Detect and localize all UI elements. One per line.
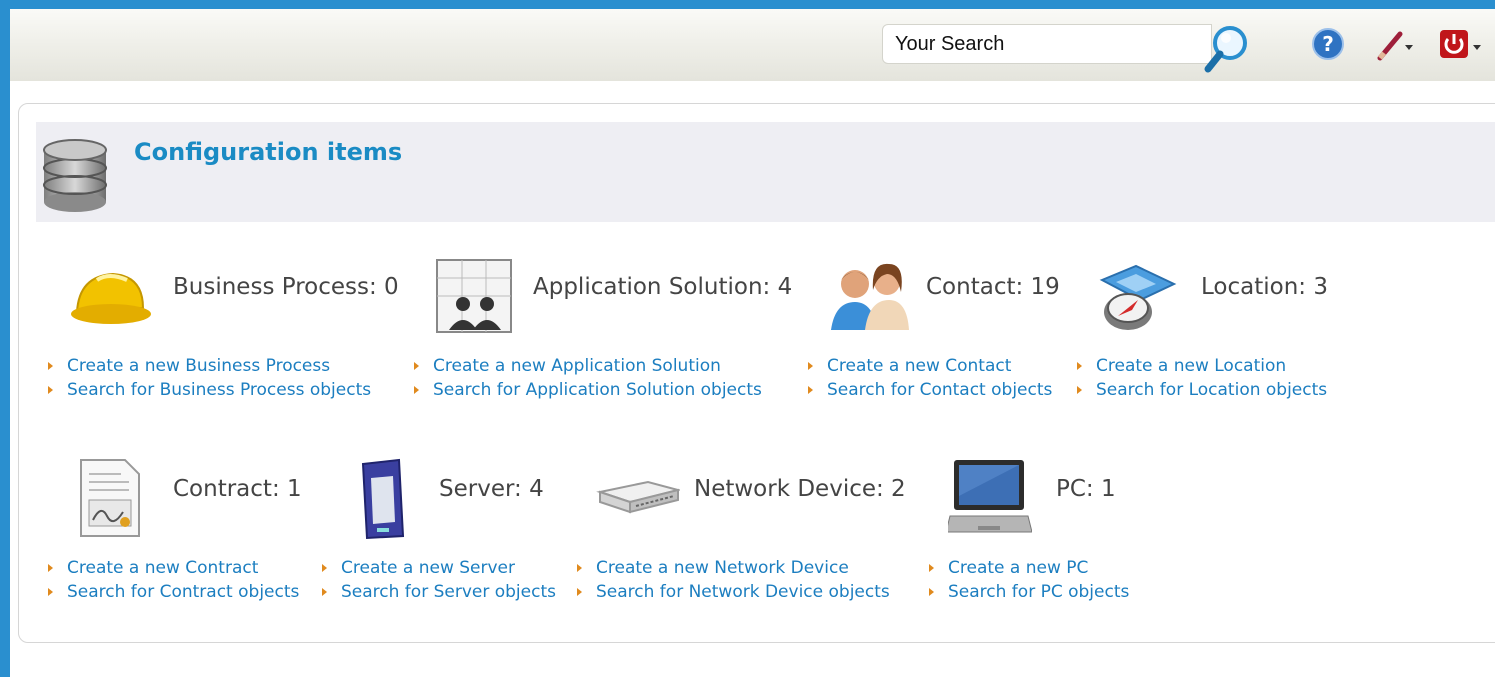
create-location-link[interactable]: Create a new Location xyxy=(1076,354,1327,378)
create-network-device-link[interactable]: Create a new Network Device xyxy=(576,556,890,580)
create-contact-link[interactable]: Create a new Contact xyxy=(807,354,1052,378)
contact-count: Contact: 19 xyxy=(926,274,1060,300)
search-pc-link[interactable]: Search for PC objects xyxy=(928,580,1129,604)
network-switch-icon xyxy=(596,480,680,514)
contact-links: Create a new Contact Search for Contact … xyxy=(807,354,1052,402)
create-contract-link[interactable]: Create a new Contract xyxy=(47,556,299,580)
contacts-icon xyxy=(831,263,909,330)
search-contract-link[interactable]: Search for Contract objects xyxy=(47,580,299,604)
server-icon xyxy=(361,458,405,540)
network-device-count: Network Device: 2 xyxy=(694,476,906,502)
search-contact-link[interactable]: Search for Contact objects xyxy=(807,378,1052,402)
laptop-icon xyxy=(948,460,1032,533)
search-input[interactable]: Your Search xyxy=(882,24,1212,64)
server-count: Server: 4 xyxy=(439,476,544,502)
business-process-links: Create a new Business Process Search for… xyxy=(47,354,371,402)
business-process-count: Business Process: 0 xyxy=(173,274,399,300)
top-toolbar: Your Search ? xyxy=(10,9,1495,81)
search-server-link[interactable]: Search for Server objects xyxy=(321,580,556,604)
contract-count: Contract: 1 xyxy=(173,476,302,502)
location-links: Create a new Location Search for Locatio… xyxy=(1076,354,1327,402)
dashlet-header: Configuration items xyxy=(36,122,1495,222)
create-application-solution-link[interactable]: Create a new Application Solution xyxy=(413,354,762,378)
search-application-solution-link[interactable]: Search for Application Solution objects xyxy=(413,378,762,402)
map-compass-icon xyxy=(1099,264,1177,330)
application-solution-icon xyxy=(436,259,512,333)
pc-links: Create a new PC Search for PC objects xyxy=(928,556,1129,604)
logoff-menu-icon[interactable] xyxy=(1438,28,1488,62)
database-icon xyxy=(43,139,107,212)
search-business-process-link[interactable]: Search for Business Process objects xyxy=(47,378,371,402)
contract-links: Create a new Contract Search for Contrac… xyxy=(47,556,299,604)
create-pc-link[interactable]: Create a new PC xyxy=(928,556,1129,580)
search-location-link[interactable]: Search for Location objects xyxy=(1076,378,1327,402)
svg-text:?: ? xyxy=(1322,32,1334,56)
network-device-links: Create a new Network Device Search for N… xyxy=(576,556,890,604)
server-links: Create a new Server Search for Server ob… xyxy=(321,556,556,604)
edit-menu-icon[interactable] xyxy=(1376,28,1416,62)
search-network-device-link[interactable]: Search for Network Device objects xyxy=(576,580,890,604)
main-page: Your Search ? Configuration items Busine… xyxy=(10,9,1495,677)
hard-hat-icon xyxy=(71,272,151,324)
contract-document-icon xyxy=(80,459,140,537)
create-server-link[interactable]: Create a new Server xyxy=(321,556,556,580)
location-count: Location: 3 xyxy=(1201,274,1328,300)
configuration-items-dashlet: Configuration items Business Process: 0 … xyxy=(18,103,1495,643)
dashlet-title: Configuration items xyxy=(134,138,403,166)
search-icon[interactable] xyxy=(1200,21,1252,77)
pc-count: PC: 1 xyxy=(1056,476,1116,502)
application-solution-links: Create a new Application Solution Search… xyxy=(413,354,762,402)
application-solution-count: Application Solution: 4 xyxy=(533,274,793,300)
create-business-process-link[interactable]: Create a new Business Process xyxy=(47,354,371,378)
help-icon[interactable]: ? xyxy=(1312,28,1344,60)
